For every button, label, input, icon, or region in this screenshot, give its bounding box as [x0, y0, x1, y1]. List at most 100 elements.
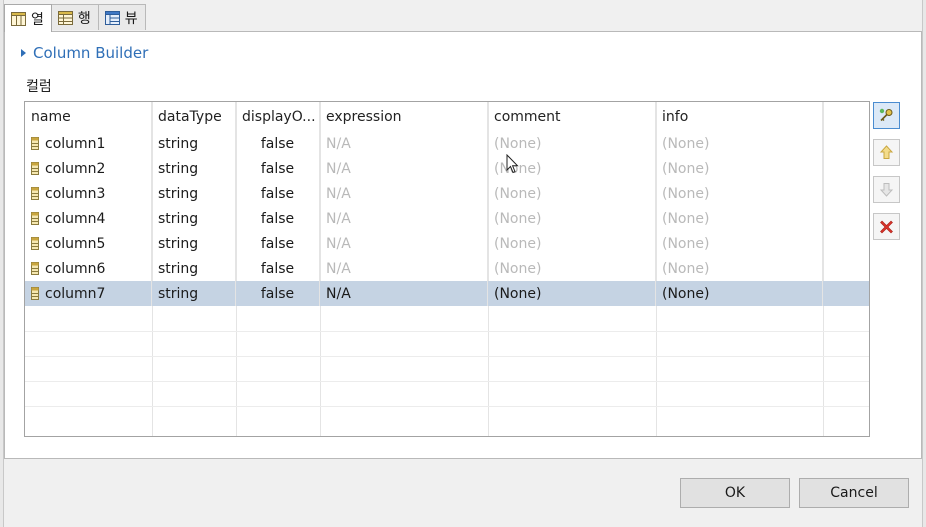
cell-displayonly: false [236, 181, 320, 206]
cell-expression: N/A [320, 231, 488, 256]
cell-name-text: column5 [45, 235, 106, 252]
cell-info: (None) [656, 131, 823, 156]
column-icon [31, 287, 39, 300]
tab-rows[interactable]: 행 [50, 4, 99, 30]
cell-filler [823, 156, 869, 181]
section-title: 컬럼 [26, 79, 52, 95]
cell-comment: (None) [488, 231, 656, 256]
cell-expression: N/A [320, 206, 488, 231]
table-rows-icon [57, 10, 73, 25]
add-key-icon [879, 108, 893, 122]
cell-name-text: column1 [45, 135, 106, 152]
table-row[interactable]: column4 string false N/A (None) (None) [25, 206, 869, 231]
header-comment[interactable]: comment [488, 102, 656, 131]
cell-filler [823, 281, 869, 306]
cancel-button[interactable]: Cancel [799, 478, 909, 508]
cell-filler [823, 206, 869, 231]
cell-datatype: string [152, 231, 236, 256]
cell-displayonly: false [236, 206, 320, 231]
table-columns-icon [11, 11, 26, 26]
cell-displayonly: false [236, 256, 320, 281]
column-builder-label: Column Builder [33, 44, 149, 62]
tab-columns[interactable]: 열 [4, 4, 52, 32]
right-window-edge [922, 0, 926, 527]
header-datatype[interactable]: dataType [152, 102, 236, 131]
cell-datatype: string [152, 281, 236, 306]
cell-expression: N/A [320, 156, 488, 181]
table-row[interactable]: column3 string false N/A (None) (None) [25, 181, 869, 206]
arrow-down-icon [879, 183, 894, 197]
cell-displayonly: false [236, 281, 320, 306]
cell-filler [823, 131, 869, 156]
cell-displayonly: false [236, 131, 320, 156]
cell-info: (None) [656, 256, 823, 281]
columns-table[interactable]: name dataType displayO... expression com… [24, 101, 870, 437]
header-displayonly[interactable]: displayO... [236, 102, 320, 131]
cell-comment: (None) [488, 281, 656, 306]
cell-name-text: column3 [45, 185, 106, 202]
table-row[interactable]: column5 string false N/A (None) (None) [25, 231, 869, 256]
column-icon [31, 162, 39, 175]
cell-displayonly: false [236, 231, 320, 256]
cell-name: column4 [25, 206, 152, 231]
cell-datatype: string [152, 181, 236, 206]
cell-filler [823, 231, 869, 256]
cell-datatype: string [152, 256, 236, 281]
table-row[interactable]: column6 string false N/A (None) (None) [25, 256, 869, 281]
cell-name-text: column4 [45, 210, 106, 227]
columns-panel: Column Builder 컬럼 name dataType displayO… [4, 31, 922, 459]
cell-expression: N/A [320, 256, 488, 281]
ok-button[interactable]: OK [680, 478, 790, 508]
cell-datatype: string [152, 206, 236, 231]
dialog-window: 열 행 뷰 Column Builder 컬럼 name dataType di… [0, 0, 926, 527]
cell-info: (None) [656, 181, 823, 206]
cell-name: column1 [25, 131, 152, 156]
table-row[interactable]: column1 string false N/A (None) (None) [25, 131, 869, 156]
cell-filler [823, 181, 869, 206]
cell-comment: (None) [488, 206, 656, 231]
cell-comment: (None) [488, 156, 656, 181]
collapsed-triangle-icon [21, 49, 26, 57]
delete-icon [880, 220, 893, 234]
cell-comment: (None) [488, 181, 656, 206]
cell-expression: N/A [320, 181, 488, 206]
cell-comment: (None) [488, 131, 656, 156]
cell-info: (None) [656, 281, 823, 306]
cell-expression: N/A [320, 131, 488, 156]
arrow-up-icon [879, 145, 894, 159]
cell-datatype: string [152, 156, 236, 181]
table-row[interactable]: column2 string false N/A (None) (None) [25, 156, 869, 181]
cell-datatype: string [152, 131, 236, 156]
cell-name-text: column6 [45, 260, 106, 277]
header-expression[interactable]: expression [320, 102, 488, 131]
cell-name: column7 [25, 281, 152, 306]
column-icon [31, 237, 39, 250]
cell-name: column3 [25, 181, 152, 206]
cell-displayonly: false [236, 156, 320, 181]
move-up-button[interactable] [873, 139, 900, 166]
cell-name: column6 [25, 256, 152, 281]
column-builder-toggle[interactable]: Column Builder [21, 44, 148, 62]
cell-name: column5 [25, 231, 152, 256]
tab-view[interactable]: 뷰 [97, 4, 146, 30]
tab-view-label: 뷰 [124, 10, 138, 27]
header-name[interactable]: name [25, 102, 152, 131]
tab-columns-label: 열 [31, 11, 44, 28]
tab-rows-label: 행 [77, 10, 91, 27]
cell-info: (None) [656, 206, 823, 231]
column-icon [31, 262, 39, 275]
add-column-button[interactable] [873, 102, 900, 129]
delete-column-button[interactable] [873, 213, 900, 240]
table-body: column1 string false N/A (None) (None) c… [25, 131, 869, 306]
header-info[interactable]: info [656, 102, 823, 131]
header-filler [823, 102, 869, 131]
move-down-button[interactable] [873, 176, 900, 203]
tab-bar: 열 행 뷰 [4, 4, 146, 32]
cell-info: (None) [656, 156, 823, 181]
cell-name-text: column7 [45, 285, 106, 302]
table-row-selected[interactable]: column7 string false N/A (None) (None) [25, 281, 869, 306]
cell-name: column2 [25, 156, 152, 181]
column-icon [31, 187, 39, 200]
view-icon [104, 10, 120, 25]
cell-comment: (None) [488, 256, 656, 281]
